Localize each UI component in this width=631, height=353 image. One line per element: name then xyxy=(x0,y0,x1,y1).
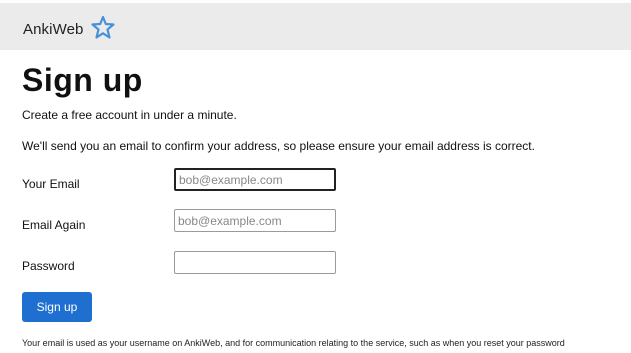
intro-text: Create a free account in under a minute. xyxy=(22,108,237,122)
password-label: Password xyxy=(22,259,75,273)
page-title: Sign up xyxy=(22,62,143,98)
password-field[interactable] xyxy=(174,251,336,274)
brand-name[interactable]: AnkiWeb xyxy=(23,21,83,38)
email-again-field[interactable] xyxy=(174,209,336,232)
username-note: Your email is used as your username on A… xyxy=(22,338,565,348)
email-label: Your Email xyxy=(22,177,80,191)
confirm-text: We'll send you an email to confirm your … xyxy=(22,139,535,153)
sign-up-button[interactable]: Sign up xyxy=(22,292,92,322)
email-again-label: Email Again xyxy=(22,218,86,232)
top-bar: AnkiWeb xyxy=(0,3,631,50)
star-outline-icon[interactable] xyxy=(90,15,116,41)
email-field[interactable] xyxy=(174,168,336,191)
